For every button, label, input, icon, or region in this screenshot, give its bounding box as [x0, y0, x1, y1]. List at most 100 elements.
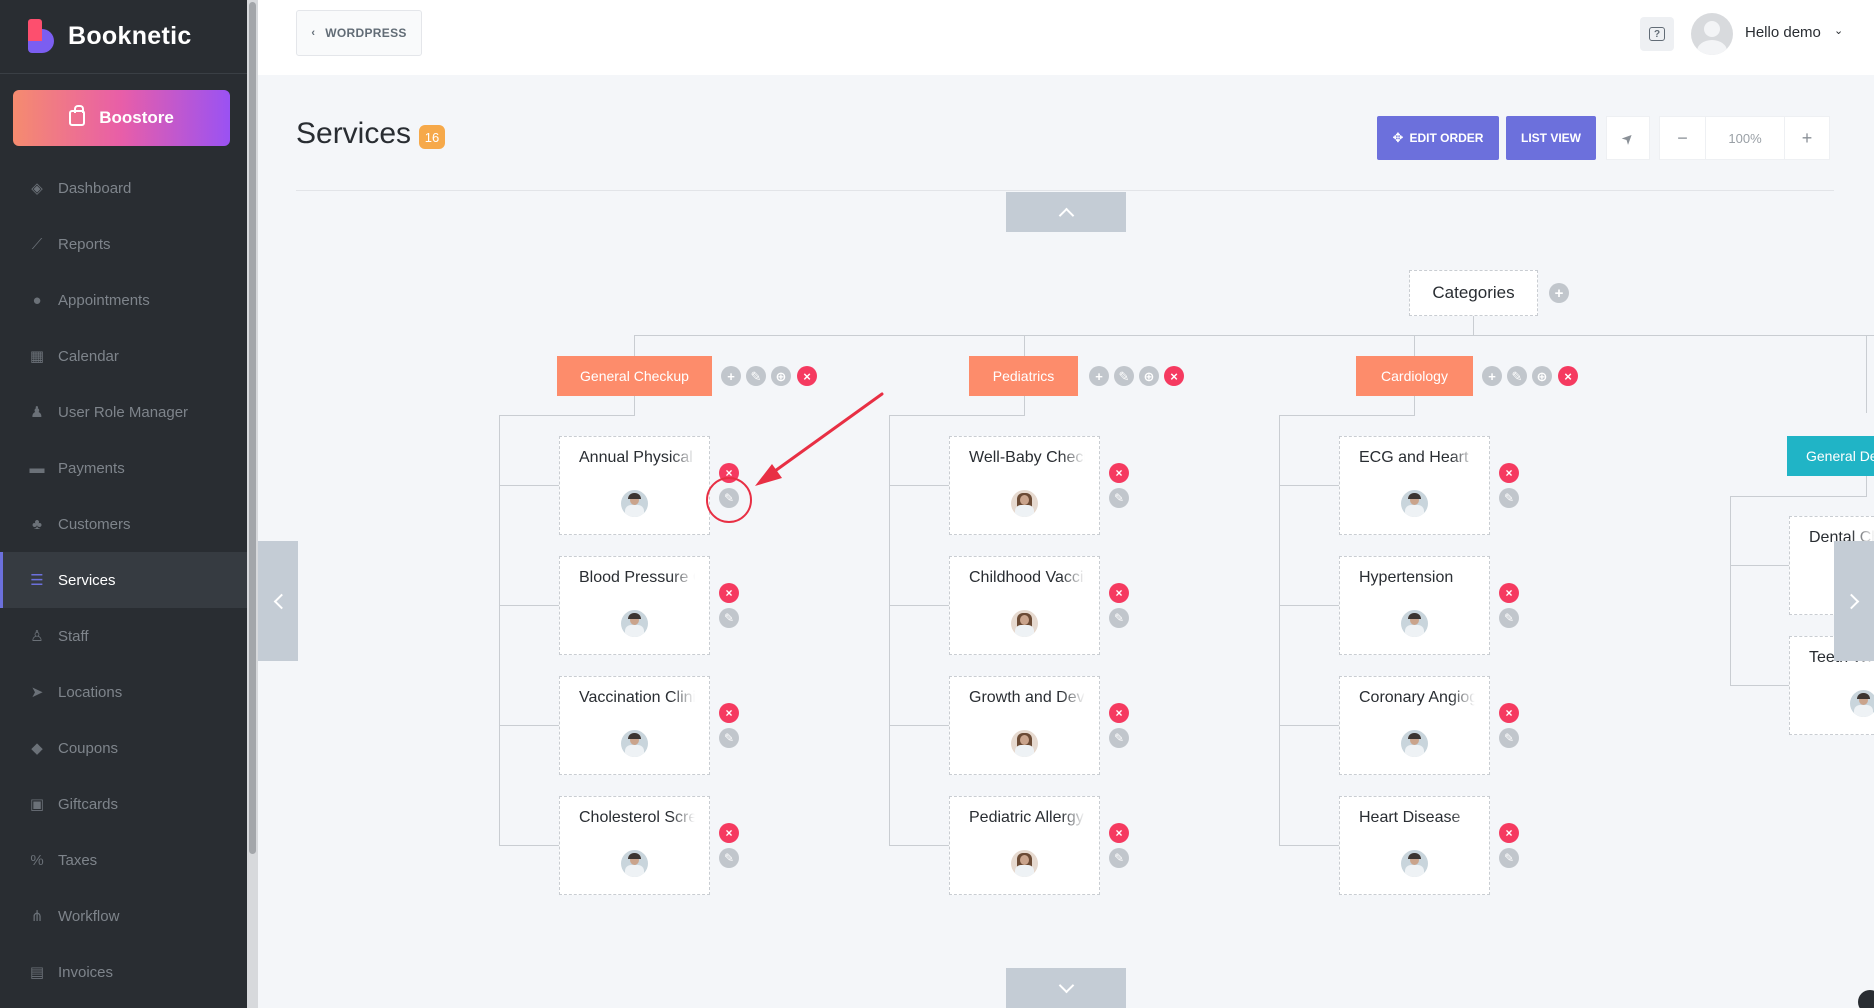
globe-icon[interactable]: ⊕ — [1532, 366, 1552, 386]
clock-icon: ● — [32, 291, 42, 309]
add-service-icon[interactable]: + — [1089, 366, 1109, 386]
sidebar-item-taxes[interactable]: % Taxes — [0, 832, 247, 888]
sidebar-item-customers[interactable]: ♣ Customers — [0, 496, 247, 552]
chart-icon: ⟋ — [31, 235, 43, 253]
edit-service-icon[interactable]: ✎ — [1499, 848, 1519, 868]
user-greeting[interactable]: Hello demo — [1745, 24, 1821, 41]
edit-category-icon[interactable]: ✎ — [1507, 366, 1527, 386]
service-card[interactable]: Pediatric Allergy — [949, 796, 1100, 895]
pan-left-button[interactable] — [258, 541, 298, 661]
delete-service-icon[interactable]: × — [1109, 823, 1129, 843]
delete-service-icon[interactable]: × — [1109, 463, 1129, 483]
edit-category-icon[interactable]: ✎ — [1114, 366, 1134, 386]
edit-service-icon[interactable]: ✎ — [1109, 848, 1129, 868]
sidebar-item-appointments[interactable]: ● Appointments — [0, 272, 247, 328]
staff-avatar — [1401, 610, 1428, 637]
delete-service-icon[interactable]: × — [1499, 463, 1519, 483]
service-card[interactable]: Hypertension — [1339, 556, 1490, 655]
service-card[interactable]: Well-Baby Checkup — [949, 436, 1100, 535]
globe-icon[interactable]: ⊕ — [771, 366, 791, 386]
sidebar-item-giftcards[interactable]: ▣ Giftcards — [0, 776, 247, 832]
add-service-icon[interactable]: + — [1482, 366, 1502, 386]
help-button[interactable]: ? — [1640, 17, 1674, 51]
delete-service-icon[interactable]: × — [1499, 583, 1519, 603]
service-card[interactable]: ECG and Heart — [1339, 436, 1490, 535]
service-card[interactable]: Blood Pressure Check — [559, 556, 710, 655]
edit-category-icon[interactable]: ✎ — [746, 366, 766, 386]
category-node-general-dentistry[interactable]: General Dentistry — [1787, 436, 1874, 476]
delete-service-icon[interactable]: × — [719, 823, 739, 843]
sidebar-item-label: Calendar — [58, 347, 119, 365]
sidebar-item-label: Reports — [58, 235, 111, 253]
tree-connector — [889, 605, 949, 606]
user-plus-icon: ♟ — [30, 404, 44, 421]
pan-up-button[interactable] — [1006, 192, 1126, 232]
tree-connector — [1024, 335, 1025, 356]
delete-category-icon[interactable]: × — [1558, 366, 1578, 386]
categories-root-node[interactable]: Categories — [1409, 270, 1538, 316]
edit-service-icon[interactable]: ✎ — [1499, 488, 1519, 508]
boostore-button[interactable]: Boostore — [13, 90, 230, 146]
edit-service-icon[interactable]: ✎ — [719, 848, 739, 868]
back-to-wordpress-button[interactable]: ‹ WORDPRESS — [296, 10, 422, 56]
sidebar-item-reports[interactable]: ⟋ Reports — [0, 216, 247, 272]
sidebar-item-locations[interactable]: ➤ Locations — [0, 664, 247, 720]
category-node-pediatrics[interactable]: Pediatrics — [969, 356, 1078, 396]
zoom-out-button[interactable]: − — [1659, 116, 1706, 160]
edit-service-icon[interactable]: ✎ — [1499, 728, 1519, 748]
pan-down-button[interactable] — [1006, 968, 1126, 1008]
service-card[interactable]: Heart Disease — [1339, 796, 1490, 895]
locate-button[interactable]: ➤ — [1606, 116, 1650, 160]
percent-icon: % — [30, 851, 44, 869]
tree-connector — [1279, 415, 1415, 416]
list-view-button[interactable]: LIST VIEW — [1506, 116, 1596, 160]
sidebar-item-workflow[interactable]: ⋔ Workflow — [0, 888, 247, 944]
staff-avatar — [621, 490, 648, 517]
category-node-cardiology[interactable]: Cardiology — [1356, 356, 1473, 396]
sidebar-scrollbar[interactable] — [247, 0, 258, 1008]
service-card[interactable]: Childhood Vaccinations — [949, 556, 1100, 655]
sidebar-item-calendar[interactable]: ▦ Calendar — [0, 328, 247, 384]
edit-order-button[interactable]: ✥ EDIT ORDER — [1377, 116, 1499, 160]
chevron-down-icon[interactable]: ⌄ — [1834, 24, 1843, 37]
delete-category-icon[interactable]: × — [797, 366, 817, 386]
service-card[interactable]: Annual Physical Exam — [559, 436, 710, 535]
delete-category-icon[interactable]: × — [1164, 366, 1184, 386]
service-card[interactable]: Growth and Development — [949, 676, 1100, 775]
service-card[interactable]: Cholesterol Screening — [559, 796, 710, 895]
service-card[interactable]: Vaccination Clinic — [559, 676, 710, 775]
edit-service-icon[interactable]: ✎ — [1109, 488, 1129, 508]
edit-service-icon[interactable]: ✎ — [1109, 728, 1129, 748]
edit-service-icon[interactable]: ✎ — [719, 608, 739, 628]
tree-connector — [1866, 335, 1867, 413]
services-count-badge: 16 — [419, 125, 445, 149]
service-card[interactable]: Coronary Angiography — [1339, 676, 1490, 775]
sidebar-item-staff[interactable]: ♙ Staff — [0, 608, 247, 664]
delete-service-icon[interactable]: × — [719, 703, 739, 723]
delete-service-icon[interactable]: × — [1499, 823, 1519, 843]
category-node-general-checkup[interactable]: General Checkup — [557, 356, 712, 396]
delete-service-icon[interactable]: × — [719, 583, 739, 603]
chat-launcher[interactable] — [1858, 990, 1874, 1008]
sidebar-item-invoices[interactable]: ▤ Invoices — [0, 944, 247, 1000]
add-category-icon[interactable]: + — [1549, 283, 1569, 303]
app-logo[interactable]: Booknetic — [28, 18, 192, 54]
delete-service-icon[interactable]: × — [1109, 703, 1129, 723]
globe-icon[interactable]: ⊕ — [1139, 366, 1159, 386]
staff-avatar — [1011, 730, 1038, 757]
user-avatar[interactable] — [1691, 13, 1733, 55]
sidebar-item-user-role-manager[interactable]: ♟ User Role Manager — [0, 384, 247, 440]
pan-right-button[interactable] — [1834, 541, 1874, 661]
scrollbar-thumb[interactable] — [249, 2, 256, 854]
edit-service-icon[interactable]: ✎ — [1499, 608, 1519, 628]
sidebar-item-coupons[interactable]: ◆ Coupons — [0, 720, 247, 776]
add-service-icon[interactable]: + — [721, 366, 741, 386]
zoom-in-button[interactable]: + — [1784, 116, 1830, 160]
sidebar-item-dashboard[interactable]: ◈ Dashboard — [0, 160, 247, 216]
delete-service-icon[interactable]: × — [1109, 583, 1129, 603]
sidebar-item-services[interactable]: ☰ Services — [0, 552, 247, 608]
edit-service-icon[interactable]: ✎ — [719, 728, 739, 748]
edit-service-icon[interactable]: ✎ — [1109, 608, 1129, 628]
sidebar-item-payments[interactable]: ▬ Payments — [0, 440, 247, 496]
delete-service-icon[interactable]: × — [1499, 703, 1519, 723]
